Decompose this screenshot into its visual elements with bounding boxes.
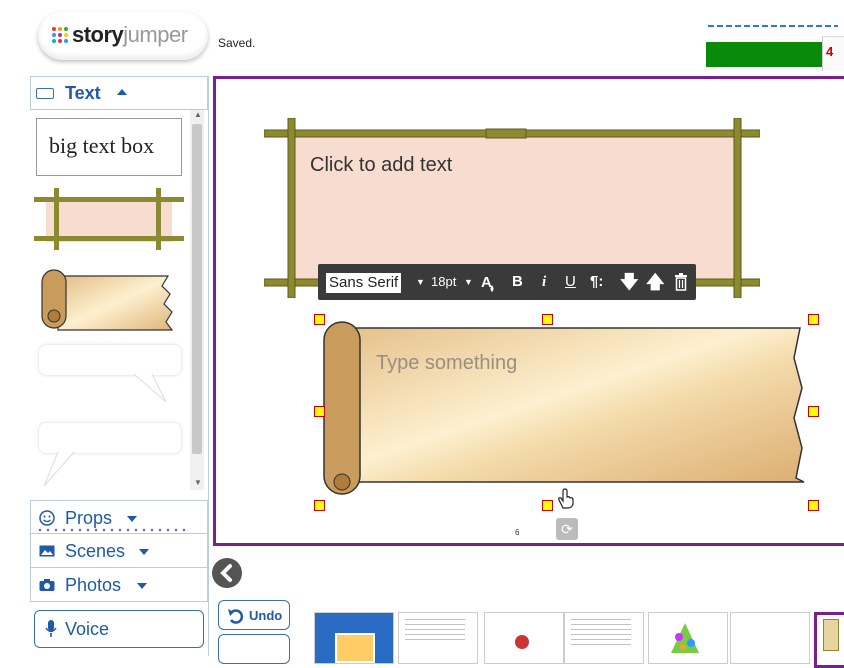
- parchment-scroll-item[interactable]: [38, 266, 178, 332]
- big-text-box-item[interactable]: big text box: [36, 118, 182, 176]
- page-thumbnail-4[interactable]: [564, 612, 644, 664]
- paragraph-button[interactable]: ¶:: [590, 264, 603, 300]
- bubble-tail-2: [43, 451, 75, 487]
- font-family-select[interactable]: Sans Serif: [326, 273, 402, 293]
- progress-header-fragment: [706, 22, 844, 32]
- redo-button[interactable]: [218, 634, 290, 664]
- previous-page-button[interactable]: [212, 558, 242, 588]
- logo-dots-icon: [52, 27, 68, 43]
- size-dropdown-icon[interactable]: ▼: [464, 264, 473, 300]
- resize-handle-sw[interactable]: [314, 500, 325, 511]
- chevron-down-icon: [139, 549, 149, 555]
- page-thumbnail-3[interactable]: [484, 612, 564, 664]
- svg-text:A: A: [481, 274, 492, 291]
- voice-button[interactable]: Voice: [34, 610, 204, 648]
- page-number: 6: [515, 528, 520, 537]
- scrollbar-thumb[interactable]: [192, 124, 202, 454]
- cover-illustration: [335, 633, 375, 663]
- bamboo-text-placeholder[interactable]: Click to add text: [310, 154, 452, 177]
- resize-handle-s[interactable]: [542, 500, 553, 511]
- page-thumbnail-6[interactable]: [730, 612, 810, 664]
- chevron-left-icon: [220, 564, 232, 582]
- camera-icon: [39, 579, 55, 591]
- storyjumper-logo[interactable]: storyjumper: [38, 12, 208, 60]
- page-thumbnail-cover[interactable]: [314, 612, 394, 664]
- resize-handle-n[interactable]: [542, 314, 553, 325]
- logo-text: storyjumper: [72, 22, 188, 47]
- font-dropdown-icon[interactable]: ▼: [416, 264, 425, 300]
- voice-label: Voice: [65, 619, 110, 639]
- chevron-down-icon: [127, 516, 137, 522]
- resize-handle-nw[interactable]: [314, 314, 325, 325]
- bubble-tail-1: [133, 373, 167, 403]
- resize-handle-e[interactable]: [808, 406, 819, 417]
- chevron-down-icon: [137, 583, 147, 589]
- text-format-toolbar: Sans Serif ▼ 18pt ▼ A B i U ¶: 🡇 🡅: [318, 264, 696, 300]
- sidebar-item-scenes[interactable]: Scenes: [30, 534, 208, 568]
- progress-count: 4: [826, 44, 834, 59]
- progress-bar: [706, 42, 822, 67]
- collapse-up-icon: [117, 89, 127, 95]
- text-section-header[interactable]: Text: [30, 76, 208, 110]
- rotate-icon[interactable]: ⟳: [556, 518, 578, 540]
- undo-label: Undo: [249, 608, 283, 623]
- smiley-icon: [39, 510, 55, 526]
- sidebar-item-photos[interactable]: Photos: [30, 568, 208, 602]
- sidebar-item-label: Photos: [65, 575, 122, 595]
- big-text-box-label: big text box: [49, 133, 155, 158]
- page-thumbnail-2[interactable]: [398, 612, 478, 664]
- save-status: Saved.: [218, 36, 256, 50]
- resize-handle-ne[interactable]: [808, 314, 819, 325]
- sidebar-item-props[interactable]: Props: [30, 500, 208, 534]
- landscape-icon: [39, 545, 55, 557]
- current-page-preview: [823, 619, 839, 651]
- scroll-up-icon[interactable]: ▲: [194, 110, 202, 119]
- microphone-icon: [45, 620, 57, 637]
- bamboo-frame-item[interactable]: [34, 188, 184, 250]
- underline-button[interactable]: U: [565, 264, 576, 300]
- trash-icon[interactable]: [674, 273, 688, 291]
- text-color-icon[interactable]: A: [480, 273, 496, 293]
- scroll-text-placeholder[interactable]: Type something: [376, 352, 517, 375]
- text-section-title: Text: [65, 83, 101, 103]
- colorful-tree-illustration: [671, 623, 699, 653]
- move-up-icon[interactable]: 🡅: [646, 264, 665, 300]
- page-thumbnail-current[interactable]: [814, 612, 844, 668]
- sidebar: Text big text box ▲ ▼ Props Scenes Photo…: [30, 76, 209, 656]
- page-thumbnail-5[interactable]: [648, 612, 728, 664]
- parchment-scroll-textbox[interactable]: [320, 318, 810, 500]
- font-size-select[interactable]: 18pt: [431, 264, 456, 300]
- sidebar-scrollbar[interactable]: ▲ ▼: [190, 110, 204, 490]
- scroll-down-icon[interactable]: ▼: [194, 478, 202, 487]
- italic-button[interactable]: i: [542, 264, 546, 300]
- sidebar-item-label: Props: [65, 508, 113, 528]
- resize-handle-se[interactable]: [808, 500, 819, 511]
- undo-button[interactable]: Undo: [218, 600, 290, 630]
- bold-button[interactable]: B: [512, 264, 523, 300]
- hand-cursor-icon: [558, 488, 574, 509]
- undo-icon: [228, 609, 244, 624]
- character-figure: [515, 635, 529, 649]
- sidebar-item-label: Scenes: [65, 541, 126, 561]
- move-down-icon[interactable]: 🡇: [620, 264, 639, 300]
- resize-handle-w[interactable]: [314, 406, 325, 417]
- keyboard-icon: [36, 88, 54, 99]
